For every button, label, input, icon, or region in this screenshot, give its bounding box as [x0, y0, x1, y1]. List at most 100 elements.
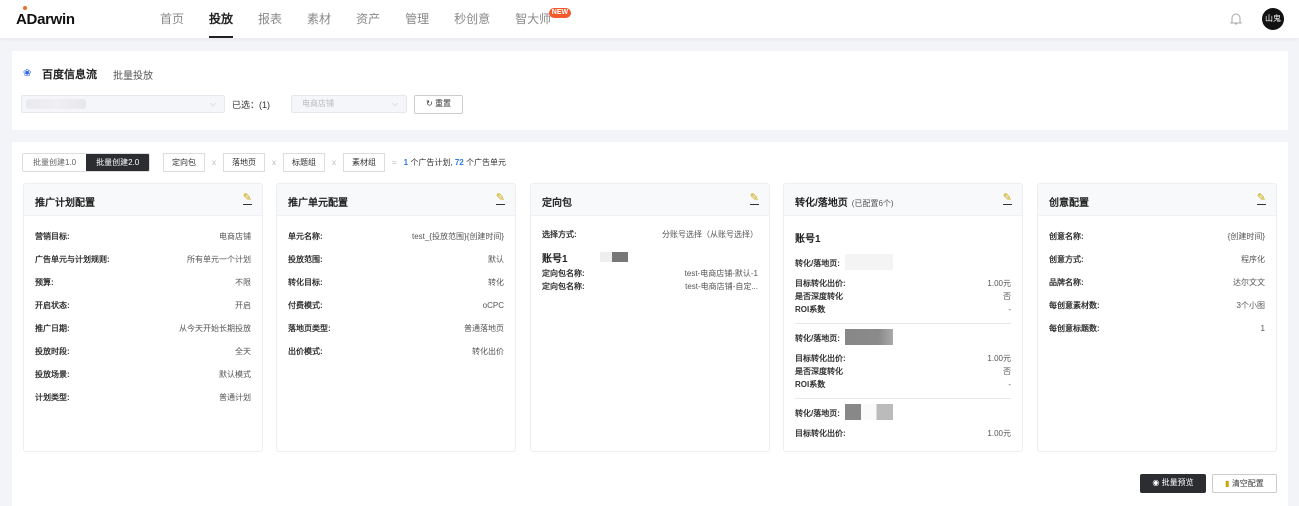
batch-preview-button[interactable]: ◉ 批量预览: [1140, 474, 1206, 493]
config-row: 广告单元与计划规则: 所有单元一个计划: [35, 253, 251, 276]
eye-icon: ◉: [1152, 478, 1160, 487]
row-value: 达尔文文: [1233, 278, 1265, 287]
row-value: test_{投放范围}{创建时间}: [411, 232, 504, 241]
edit-pencil-icon[interactable]: ✎: [242, 193, 252, 205]
row-label: 创意名称:: [1049, 232, 1084, 241]
row-label: ROI系数: [795, 305, 826, 314]
config-row: 转化/落地页:: [795, 404, 1011, 427]
row-value: 否: [1003, 292, 1011, 301]
chip-landing[interactable]: 落地页: [223, 153, 265, 172]
row-label: 出价模式:: [288, 347, 323, 356]
reset-button[interactable]: ↻ 重置: [414, 95, 463, 114]
trash-icon: ▮: [1225, 479, 1230, 488]
nav-instant-creative[interactable]: 秒创意: [454, 0, 490, 38]
edit-pencil-icon[interactable]: ✎: [749, 193, 759, 205]
row-label: 投放场景:: [35, 370, 70, 379]
config-row: 转化/落地页:: [795, 254, 1011, 277]
config-row: 投放范围: 默认: [288, 253, 504, 276]
config-row: 创意名称: {创建时间}: [1049, 230, 1265, 253]
row-value: 默认模式: [219, 370, 251, 379]
config-row: 转化/落地页:: [795, 329, 1011, 352]
row-label: 转化目标:: [288, 278, 323, 287]
row-value: 从今天开始长期投放: [179, 324, 251, 333]
row-value: 开启: [235, 301, 251, 310]
config-row: ROI系数 -: [795, 378, 1011, 391]
config-row: 目标转化出价: 1.00元: [795, 277, 1011, 290]
times-sign: x: [212, 158, 216, 167]
times-sign: x: [272, 158, 276, 167]
row-label: 品牌名称:: [1049, 278, 1084, 287]
main-nav: 首页 投放 报表 素材 资产 管理 秒创意 智大师 NEW: [160, 0, 576, 38]
edit-pencil-icon[interactable]: ✎: [1256, 193, 1266, 205]
platform-title: 百度信息流: [42, 69, 97, 81]
config-row: 营销目标: 电商店铺: [35, 230, 251, 253]
bell-icon[interactable]: [1230, 12, 1242, 26]
nav-home[interactable]: 首页: [160, 0, 184, 38]
row-label: 转化/落地页:: [795, 409, 840, 418]
config-row: 是否深度转化 否: [795, 290, 1011, 303]
row-label: 定向包名称:: [542, 282, 585, 291]
tab-batch-2[interactable]: 批量创建2.0: [86, 154, 150, 171]
plan-config-card: 推广计划配置 ✎ 营销目标: 电商店铺 广告单元与计划规则: 所有单元一个计划 预算: 不限…: [23, 183, 263, 452]
config-row: 创意方式: 程序化: [1049, 253, 1265, 276]
account-name: 账号1: [542, 254, 568, 265]
config-row: 推广日期: 从今天开始长期投放: [35, 322, 251, 345]
row-label: 预算:: [35, 278, 54, 287]
row-value: 转化出价: [472, 347, 504, 356]
row-label: 广告单元与计划规则:: [35, 255, 110, 264]
config-row: 目标转化出价: 1.00元: [795, 427, 1011, 440]
row-label: 每创意素材数:: [1049, 301, 1100, 310]
row-value: 分账号选择（从账号选择）: [662, 230, 758, 239]
nav-manage[interactable]: 管理: [405, 0, 429, 38]
row-value: test-电商店铺-默认-1: [684, 269, 758, 278]
card-title: 推广单元配置: [288, 198, 348, 209]
row-label: 创意方式:: [1049, 255, 1084, 264]
row-label: 是否深度转化: [795, 367, 843, 376]
chip-targeting[interactable]: 定向包: [163, 153, 205, 172]
config-row: ROI系数 -: [795, 303, 1011, 316]
redacted-block: [612, 252, 628, 262]
logo[interactable]: ADarwin: [16, 6, 75, 28]
chip-title-group[interactable]: 标题组: [283, 153, 325, 172]
card-title: 创意配置: [1049, 198, 1089, 209]
config-row: 是否深度转化 否: [795, 365, 1011, 378]
row-value: 1: [1260, 324, 1265, 333]
config-row: 目标转化出价: 1.00元: [795, 352, 1011, 365]
nav-assets[interactable]: 资产: [356, 0, 380, 38]
row-label: 是否深度转化: [795, 292, 843, 301]
config-row: 每创意标题数: 1: [1049, 322, 1265, 345]
card-title: 转化/落地页 (已配置6个): [795, 198, 894, 209]
row-label: 选择方式:: [542, 230, 577, 239]
config-row: 落地页类型: 普通落地页: [288, 322, 504, 345]
chip-material-group[interactable]: 素材组: [343, 153, 385, 172]
row-value: 默认: [488, 255, 504, 264]
row-value: 电商店铺: [219, 232, 251, 241]
row-label: 落地页类型:: [288, 324, 331, 333]
avatar[interactable]: 山鬼: [1262, 8, 1284, 30]
row-value: 3个小图: [1236, 301, 1265, 310]
row-label: 目标转化出价:: [795, 354, 846, 363]
baidu-paw-icon: ❀: [23, 68, 32, 79]
nav-reports[interactable]: 报表: [258, 0, 282, 38]
edit-pencil-icon[interactable]: ✎: [1002, 193, 1012, 205]
version-toggle: 批量创建1.0 批量创建2.0: [22, 153, 151, 172]
account-name: 账号1: [795, 234, 821, 245]
chevron-down-icon: ⌵: [391, 99, 398, 108]
clear-config-button[interactable]: ▮ 清空配置: [1212, 474, 1277, 493]
new-badge: NEW: [548, 8, 572, 18]
row-label: 投放时段:: [35, 347, 70, 356]
nav-materials[interactable]: 素材: [307, 0, 331, 38]
creative-config-card: 创意配置 ✎ 创意名称: {创建时间} 创意方式: 程序化品牌名称: 达尔文文每创意素材数…: [1037, 183, 1277, 452]
tab-batch-1[interactable]: 批量创建1.0: [23, 154, 86, 171]
marketing-target-select[interactable]: 电商店铺 ⌵: [291, 95, 407, 113]
row-value: -: [1008, 380, 1011, 389]
unit-config-card: 推广单元配置 ✎ 单元名称: test_{投放范围}{创建时间} 投放范围: 默认 转化目…: [276, 183, 516, 452]
row-label: 计划类型:: [35, 393, 70, 402]
config-row: 转化目标: 转化: [288, 276, 504, 299]
nav-delivery[interactable]: 投放: [209, 0, 234, 38]
account-select[interactable]: ⌵: [21, 95, 225, 113]
equals-sign: =: [392, 158, 397, 167]
nav-master[interactable]: 智大师 NEW: [515, 0, 572, 38]
chevron-down-icon: ⌵: [209, 99, 216, 108]
edit-pencil-icon[interactable]: ✎: [495, 193, 505, 205]
